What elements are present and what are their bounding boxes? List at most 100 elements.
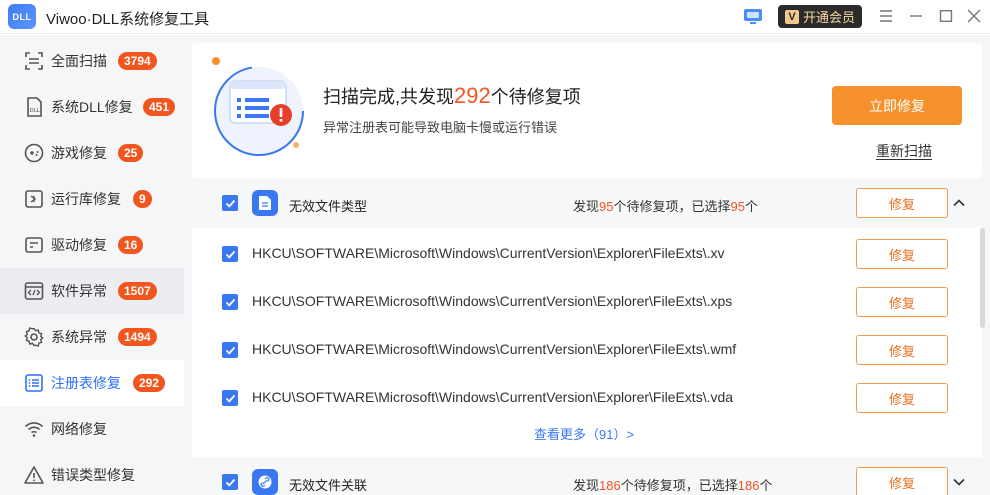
group-name: 无效文件关联 [289,478,368,493]
vip-button[interactable]: V 开通会员 [778,5,862,28]
row-fix-button[interactable]: 修复 [856,287,948,317]
sidebar-item-label: 网络修复 [51,421,107,437]
scan-summary-subtitle: 异常注册表可能导致电脑卡慢或运行错误 [323,120,558,135]
monitor-icon[interactable] [742,7,764,27]
sidebar: 全面扫描 3794 DLL 系统DLL修复 451 游戏修复 25 运行库修复 … [0,35,184,495]
sidebar-item-label: 注册表修复 [51,375,121,391]
selected-count: 95 [730,199,745,214]
rescan-link[interactable]: 重新扫描 [876,141,932,161]
sidebar-item-label: 错误类型修复 [51,467,135,483]
row-checkbox[interactable] [222,294,238,310]
sidebar-item-label: 软件异常 [51,283,107,299]
vip-icon: V [784,9,799,24]
dll-file-icon: DLL [27,97,42,117]
sidebar-item-label: 驱动修复 [51,237,107,253]
close-icon[interactable] [964,6,984,26]
issue-count: 292 [454,83,491,108]
list-item[interactable]: HKCU\SOFTWARE\Microsoft\Windows\CurrentV… [192,326,982,374]
count-badge: 9 [133,190,152,208]
sidebar-item-full-scan[interactable]: 全面扫描 3794 [0,38,184,84]
sidebar-item-game[interactable]: 游戏修复 25 [0,130,184,176]
scan-complete-illustration [212,57,304,156]
selected-count: 186 [737,478,760,493]
maximize-icon[interactable] [936,6,956,26]
row-fix-button[interactable]: 修复 [856,335,948,365]
main-panel: 扫描完成,共发现292个待修复项 异常注册表可能导致电脑卡慢或运行错误 立即修复… [184,35,990,495]
group-stat: 发现186个待修复项，已选择186个 [573,475,772,494]
group-checkbox[interactable] [222,195,238,211]
list-item[interactable]: HKCU\SOFTWARE\Microsoft\Windows\CurrentV… [192,278,982,326]
sidebar-item-software[interactable]: 软件异常 1507 [0,268,184,314]
app-title: Viwoo·DLL系统修复工具 [46,11,210,28]
registry-list-icon [25,374,43,392]
registry-path: HKCU\SOFTWARE\Microsoft\Windows\CurrentV… [252,293,733,309]
group-header[interactable]: 无效文件类型 发现95个待修复项，已选择95个 修复 [192,178,982,228]
vip-label: 开通会员 [802,10,855,25]
sidebar-item-label: 全面扫描 [51,53,107,69]
row-checkbox[interactable] [222,246,238,262]
title-bar: DLL Viwoo·DLL系统修复工具 V 开通会员 [0,0,990,34]
row-checkbox[interactable] [222,342,238,358]
group-checkbox[interactable] [222,474,238,490]
code-window-icon [24,282,44,300]
gamepad-icon [24,143,44,163]
group-fix-button[interactable]: 修复 [856,188,948,218]
scan-summary-title: 扫描完成,共发现292个待修复项 [323,83,581,109]
repair-now-button[interactable]: 立即修复 [832,86,962,125]
group-fix-button[interactable]: 修复 [856,467,948,495]
chevron-up-icon[interactable] [951,195,967,211]
row-fix-button[interactable]: 修复 [856,239,948,269]
count-badge: 3794 [118,52,157,70]
stat-mid: 个待修复项，已选择 [620,478,738,493]
sidebar-item-label: 运行库修复 [51,191,121,207]
stat-mid: 个待修复项，已选择 [613,199,731,214]
stat-prefix: 发现 [573,199,600,214]
group-name: 无效文件类型 [289,199,368,214]
driver-icon [25,237,43,253]
sidebar-item-registry[interactable]: 注册表修复 292 [0,360,184,406]
issue-list: 无效文件类型 发现95个待修复项，已选择95个 修复 HKCU\SOFTWARE… [192,178,985,495]
count-badge: 16 [118,236,144,254]
sidebar-item-driver[interactable]: 驱动修复 16 [0,222,184,268]
stat-suffix: 个 [759,478,773,493]
found-count: 95 [599,199,614,214]
registry-path: HKCU\SOFTWARE\Microsoft\Windows\CurrentV… [252,341,737,357]
sidebar-item-system[interactable]: 系统异常 1494 [0,314,184,360]
registry-path: HKCU\SOFTWARE\Microsoft\Windows\CurrentV… [252,389,734,405]
warning-icon [24,466,44,484]
registry-path: HKCU\SOFTWARE\Microsoft\Windows\CurrentV… [252,245,725,261]
count-badge: 1494 [118,328,157,346]
scan-result-banner: 扫描完成,共发现292个待修复项 异常注册表可能导致电脑卡慢或运行错误 立即修复… [192,43,982,178]
svg-text:DLL: DLL [30,108,41,114]
count-badge: 292 [133,374,166,392]
sidebar-item-runtime[interactable]: 运行库修复 9 [0,176,184,222]
count-badge: 451 [143,98,176,116]
wifi-icon [24,422,44,437]
menu-icon[interactable] [876,6,896,26]
stat-suffix: 个 [744,199,758,214]
sidebar-item-dll[interactable]: DLL 系统DLL修复 451 [0,84,184,130]
view-more-link[interactable]: 查看更多（91）> [534,424,634,443]
sidebar-item-network[interactable]: 网络修复 [0,406,184,452]
sidebar-item-label: 系统异常 [51,329,107,345]
sidebar-item-label: 游戏修复 [51,145,107,161]
chevron-down-icon[interactable] [951,474,967,490]
app-logo-text: DLL [12,11,32,22]
group-stat: 发现95个待修复项，已选择95个 [573,196,758,215]
runtime-icon [25,190,43,208]
title-prefix: 扫描完成,共发现 [323,87,455,107]
scrollbar[interactable] [980,228,985,328]
row-fix-button[interactable]: 修复 [856,383,948,413]
row-checkbox[interactable] [222,390,238,406]
stat-prefix: 发现 [573,478,600,493]
list-item[interactable]: HKCU\SOFTWARE\Microsoft\Windows\CurrentV… [192,230,982,278]
minimize-icon[interactable] [906,6,926,26]
scan-icon [25,52,43,70]
count-badge: 1507 [118,282,157,300]
count-badge: 25 [118,144,144,162]
list-item[interactable]: HKCU\SOFTWARE\Microsoft\Windows\CurrentV… [192,374,982,422]
group-header[interactable]: 无效文件关联 发现186个待修复项，已选择186个 修复 [192,457,982,495]
sidebar-item-error-type[interactable]: 错误类型修复 [0,452,184,495]
gear-icon [24,327,44,347]
sidebar-item-label: 系统DLL修复 [51,99,133,115]
